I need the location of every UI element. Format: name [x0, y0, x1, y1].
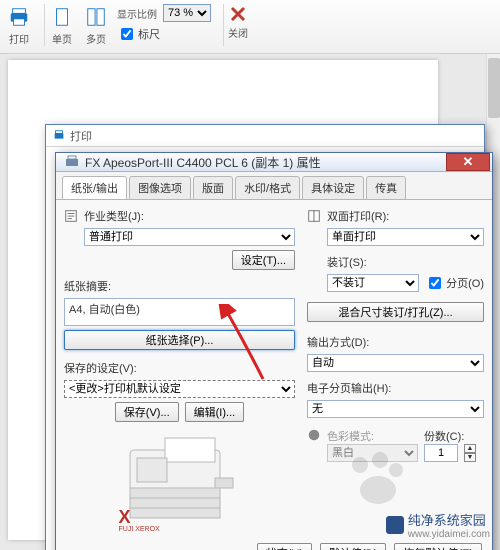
single-page-icon — [49, 4, 75, 30]
ribbon-multi-page[interactable]: 多页 — [83, 4, 109, 46]
paw-watermark — [340, 450, 410, 510]
ribbon-single-page[interactable]: 单页 — [49, 4, 75, 46]
zoom-select[interactable]: 73 % — [163, 4, 211, 22]
duplex-label: 双面打印(R): — [327, 208, 389, 224]
tab-fax[interactable]: 传真 — [366, 176, 406, 199]
defaults-button[interactable]: 默认值(D) — [320, 543, 386, 550]
esort-select[interactable]: 无 — [307, 400, 484, 418]
printer-properties-dialog: FX ApeosPort-III C4400 PCL 6 (副本 1) 属性 ✕… — [55, 152, 493, 550]
close-icon: ✕ — [463, 154, 474, 170]
printer-icon — [6, 4, 32, 30]
ribbon-print[interactable]: 打印 — [6, 4, 32, 46]
staple-select[interactable]: 不装订 — [327, 274, 419, 292]
spin-down[interactable]: ▼ — [464, 453, 476, 462]
printer-illustration: XFUJI XEROX — [115, 430, 245, 535]
output-method-label: 输出方式(D): — [307, 334, 484, 350]
job-type-icon — [64, 209, 78, 223]
left-column: 作业类型(J): 普通打印 设定(T)... 纸张摘要: A4, 自动(白色) … — [64, 208, 295, 535]
restore-defaults-button[interactable]: 恢复默认值(E) — [394, 543, 482, 550]
ribbon: 打印 单页 多页 显示比例 73 % 标尺 关闭 — [0, 0, 500, 54]
tab-image-options[interactable]: 图像选项 — [129, 176, 191, 199]
printer-icon — [52, 129, 66, 143]
tab-layout[interactable]: 版面 — [193, 176, 233, 199]
scroll-thumb[interactable] — [488, 58, 500, 118]
properties-titlebar[interactable]: FX ApeosPort-III C4400 PCL 6 (副本 1) 属性 ✕ — [56, 153, 492, 172]
tab-pane: 作业类型(J): 普通打印 设定(T)... 纸张摘要: A4, 自动(白色) … — [56, 200, 492, 539]
zoom-label: 显示比例 — [117, 6, 157, 21]
copies-input[interactable] — [424, 444, 458, 462]
tab-watermark[interactable]: 水印/格式 — [235, 176, 300, 199]
mixed-size-button[interactable]: 混合尺寸装订/打孔(Z)... — [307, 302, 484, 322]
spin-up[interactable]: ▲ — [464, 444, 476, 453]
close-button[interactable]: ✕ — [446, 153, 490, 171]
tab-specific[interactable]: 具体设定 — [302, 176, 364, 199]
color-mode-icon — [307, 428, 321, 442]
site-watermark: 纯净系统家园 www.yidaimei.com — [386, 510, 490, 540]
fuji-xerox-logo: XFUJI XEROX — [119, 508, 160, 533]
ribbon-view-group: 显示比例 73 % 标尺 — [117, 4, 211, 43]
job-settings-button[interactable]: 设定(T)... — [232, 250, 295, 270]
paper-summary-list[interactable]: A4, 自动(白色) — [64, 298, 295, 326]
watermark-logo-icon — [386, 516, 404, 534]
tab-strip: 纸张/输出 图像选项 版面 水印/格式 具体设定 传真 — [56, 172, 492, 200]
dialog-title: FX ApeosPort-III C4400 PCL 6 (副本 1) 属性 — [85, 154, 446, 171]
paging-checkbox[interactable]: 分页(O) — [425, 274, 484, 292]
staple-label: 装订(S): — [307, 254, 484, 270]
job-type-select[interactable]: 普通打印 — [84, 228, 295, 246]
preview-area: 打印 FX ApeosPort-III C4400 PCL 6 (副本 1) 属… — [0, 54, 500, 550]
saved-settings-select[interactable]: <更改>打印机默认设定 — [64, 380, 295, 398]
copies-label: 份数(C): — [424, 431, 464, 443]
print-dialog-titlebar: 打印 — [46, 125, 484, 147]
state-button[interactable]: 状态(U) — [257, 543, 312, 550]
tab-paper-output[interactable]: 纸张/输出 — [62, 176, 127, 199]
pre-footer: 状态(U) 默认值(D) 恢复默认值(E) — [56, 539, 492, 550]
ruler-checkbox[interactable]: 标尺 — [117, 25, 160, 43]
ruler-check-input[interactable] — [121, 28, 133, 40]
separator — [44, 4, 45, 46]
duplex-icon — [307, 209, 321, 223]
color-mode-label: 色彩模式: — [327, 431, 374, 443]
close-icon — [228, 4, 248, 24]
paper-summary-label: 纸张摘要: — [64, 278, 295, 294]
ribbon-close[interactable]: 关闭 — [228, 4, 248, 40]
edit-settings-button[interactable]: 编辑(I)... — [185, 402, 245, 422]
paper-select-button[interactable]: 纸张选择(P)... — [64, 330, 295, 350]
separator — [223, 4, 224, 46]
save-settings-button[interactable]: 保存(V)... — [115, 402, 179, 422]
saved-settings-label: 保存的设定(V): — [64, 360, 295, 376]
multi-page-icon — [83, 4, 109, 30]
esort-label: 电子分页输出(H): — [307, 380, 484, 396]
duplex-select[interactable]: 单面打印 — [327, 228, 484, 246]
output-method-select[interactable]: 自动 — [307, 354, 484, 372]
job-type-label: 作业类型(J): — [84, 208, 144, 224]
printer-icon — [64, 154, 80, 170]
